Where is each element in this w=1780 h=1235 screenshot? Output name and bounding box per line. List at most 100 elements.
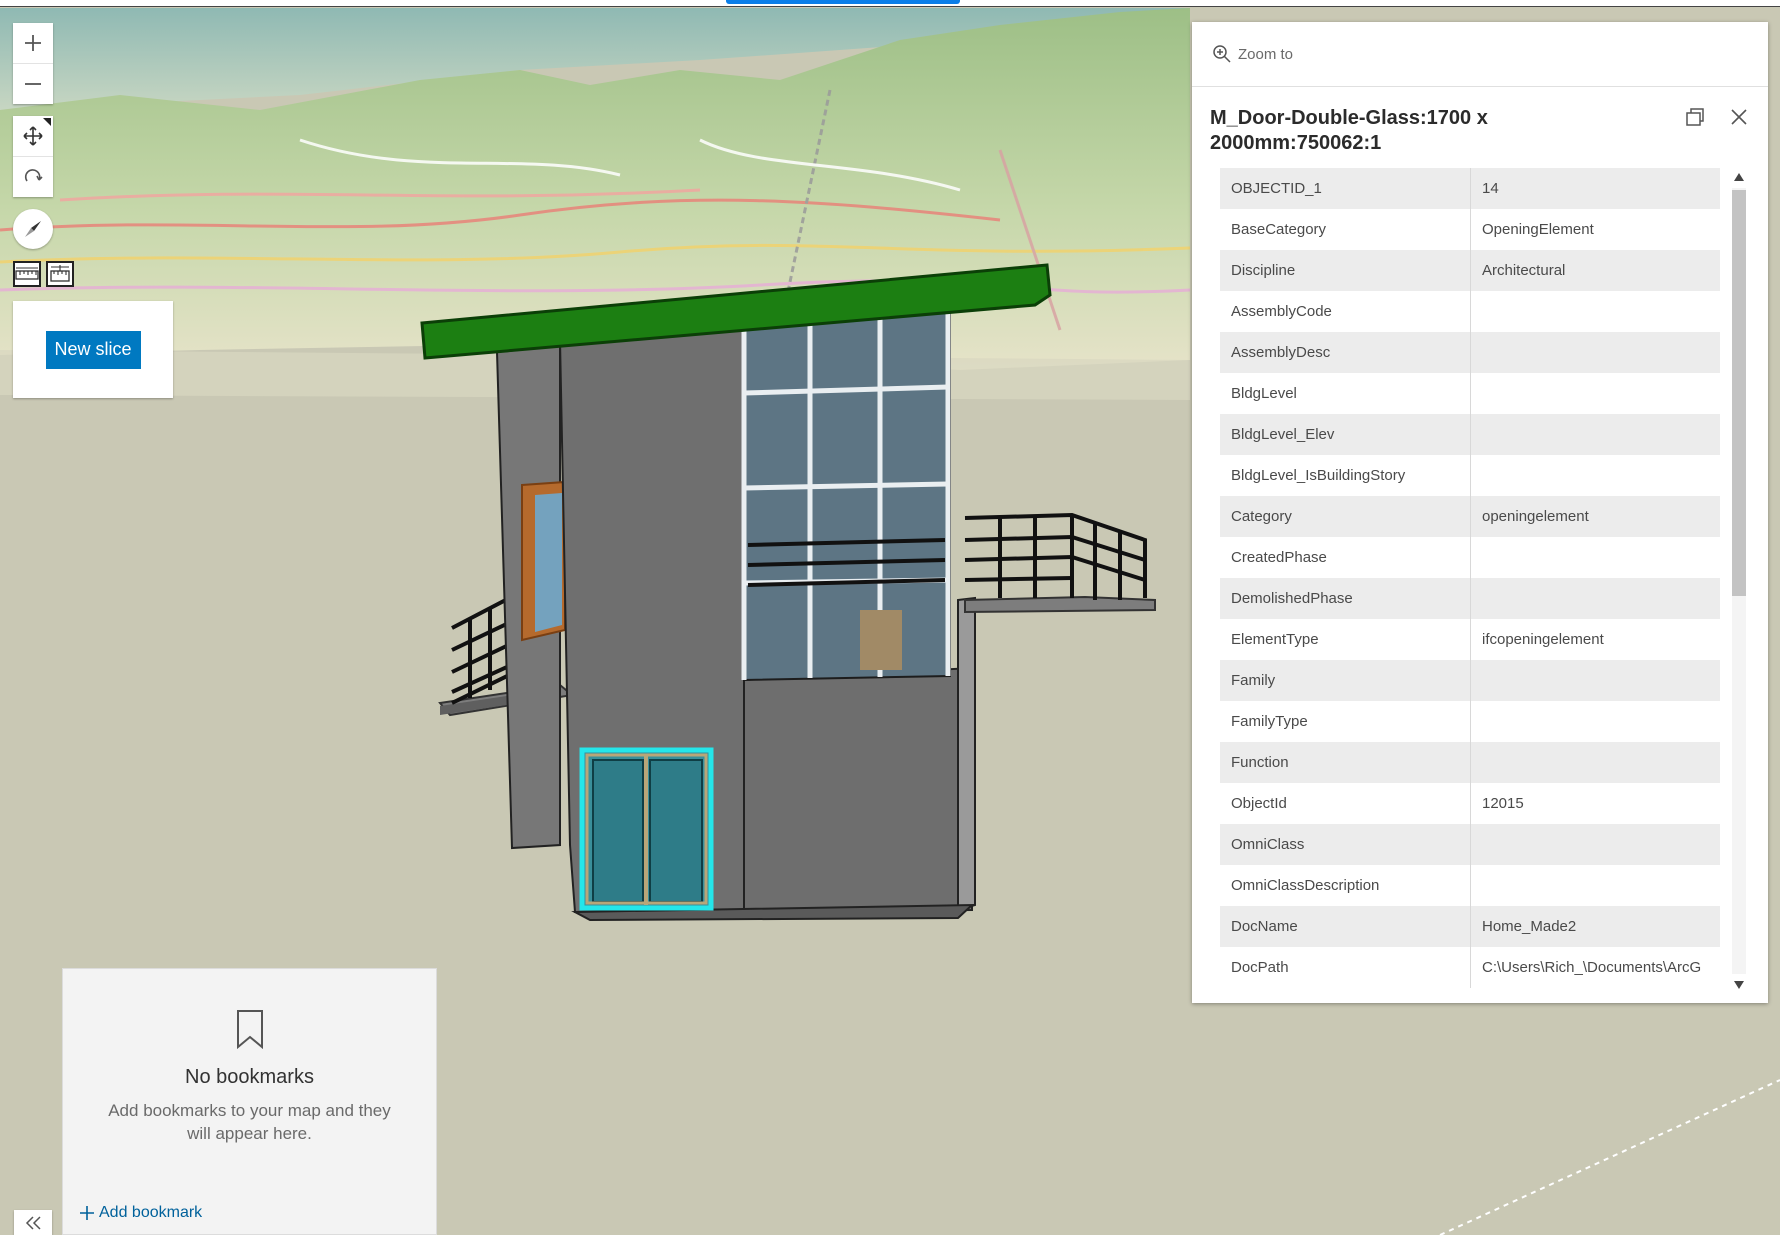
attribute-name: DocName [1220,906,1470,947]
new-slice-button[interactable]: New slice [45,330,141,369]
measure-tools [13,261,74,287]
plus-icon [25,35,41,51]
attribute-name: AssemblyDesc [1220,332,1470,373]
selected-door[interactable] [579,747,714,911]
attribute-row: OBJECTID_1 14 [1220,168,1720,209]
attribute-value [1470,660,1720,701]
attribute-name: Family [1220,660,1470,701]
bookmarks-empty-description: Add bookmarks to your map and they will … [108,1101,391,1143]
zoom-to-button[interactable]: Zoom to [1212,44,1293,64]
attribute-row: OmniClass [1220,824,1720,865]
corner-column [957,596,976,912]
attribute-name: DocPath [1220,947,1470,988]
area-ruler-icon [50,265,70,282]
zoom-out-button[interactable] [13,63,53,104]
attribute-value: Architectural [1470,250,1720,291]
triangle-down-icon [1734,981,1744,989]
popup-title: M_Door-Double-Glass:1700 x 2000mm:750062… [1210,107,1488,154]
popup-scrollbar[interactable] [1729,170,1747,992]
attribute-name: FamilyType [1220,701,1470,742]
zoom-group [13,23,53,104]
close-button[interactable] [1728,106,1750,128]
attribute-row: ObjectId 12015 [1220,783,1720,824]
zoom-in-button[interactable] [13,23,53,63]
double-chevron-left-icon [25,1215,41,1230]
zoom-in-magnifier-icon [1213,45,1231,63]
attribute-value [1470,291,1720,332]
attribute-value [1470,824,1720,865]
minus-icon [25,83,41,85]
scroll-up-button[interactable] [1731,170,1747,184]
scroll-thumb[interactable] [1732,190,1746,596]
attribute-row: BaseCategory OpeningElement [1220,209,1720,250]
add-bookmark-label: Add bookmark [99,1204,203,1221]
attribute-name: BaseCategory [1220,209,1470,250]
attribute-name: Category [1220,496,1470,537]
attribute-value [1470,701,1720,742]
attribute-value [1470,578,1720,619]
attribute-row: FamilyType [1220,701,1720,742]
attribute-name: BldgLevel [1220,373,1470,414]
add-bookmark-button[interactable]: Add bookmark [79,1204,202,1222]
ruler-icon [15,267,39,280]
attribute-name: ObjectId [1220,783,1470,824]
attribute-row: DocPath C:\Users\Rich_\Documents\ArcG [1220,947,1720,988]
corner-triangle-icon [43,118,51,126]
attribute-row: DemolishedPhase [1220,578,1720,619]
rotate-button[interactable] [13,156,53,197]
navigation-group [13,116,53,197]
attribute-value: Home_Made2 [1470,906,1720,947]
attribute-value: OpeningElement [1470,209,1720,250]
attribute-value: 14 [1470,168,1720,209]
attribute-row: CreatedPhase [1220,537,1720,578]
attribute-name: OmniClassDescription [1220,865,1470,906]
top-border [0,0,1780,7]
attribute-row: Discipline Architectural [1220,250,1720,291]
collapse-button[interactable] [14,1210,52,1235]
attribute-value: C:\Users\Rich_\Documents\ArcG [1470,947,1720,988]
attribute-name: Discipline [1220,250,1470,291]
compass-icon [25,221,41,237]
popup-action-bar: Zoom to [1192,22,1768,87]
interior-door [860,610,902,670]
view-tools [13,23,74,287]
attribute-name: BldgLevel_Elev [1220,414,1470,455]
pan-button[interactable] [13,116,53,156]
pan-arrows-icon [23,126,43,146]
attribute-value: 12015 [1470,783,1720,824]
attribute-row: AssemblyCode [1220,291,1720,332]
measure-area-button[interactable] [46,261,74,287]
attribute-row: Function [1220,742,1720,783]
bookmarks-empty-title: No bookmarks [185,1066,314,1088]
attribute-row: BldgLevel_Elev [1220,414,1720,455]
attribute-table: OBJECTID_1 14 BaseCategory OpeningElement Di… [1220,168,1720,988]
plus-icon [80,1206,94,1220]
dock-icon [1686,108,1704,126]
attribute-value [1470,373,1720,414]
attribute-value [1470,414,1720,455]
attribute-name: ElementType [1220,619,1470,660]
attribute-name: Function [1220,742,1470,783]
measure-distance-button[interactable] [13,261,41,287]
bookmark-icon [63,1009,436,1054]
attribute-name: BldgLevel_IsBuildingStory [1220,455,1470,496]
lower-block [743,666,973,914]
attribute-value: openingelement [1470,496,1720,537]
zoom-to-label: Zoom to [1238,45,1294,63]
attribute-name: DemolishedPhase [1220,578,1470,619]
attribute-row: OmniClassDescription [1220,865,1720,906]
attribute-row: Category openingelement [1220,496,1720,537]
attribute-row: ElementType ifcopeningelement [1220,619,1720,660]
dock-button[interactable] [1684,106,1706,128]
attribute-table-container[interactable]: OBJECTID_1 14 BaseCategory OpeningElement Di… [1220,168,1720,990]
attribute-name: OmniClass [1220,824,1470,865]
triangle-up-icon [1734,173,1744,181]
bookmarks-panel: No bookmarks Add bookmarks to your map a… [62,968,437,1235]
compass-button[interactable] [13,209,53,249]
side-door-glass [535,493,562,632]
scroll-down-button[interactable] [1731,978,1747,992]
curtain-wall [741,310,951,682]
attribute-row: DocName Home_Made2 [1220,906,1720,947]
attribute-name: AssemblyCode [1220,291,1470,332]
attribute-row: Family [1220,660,1720,701]
